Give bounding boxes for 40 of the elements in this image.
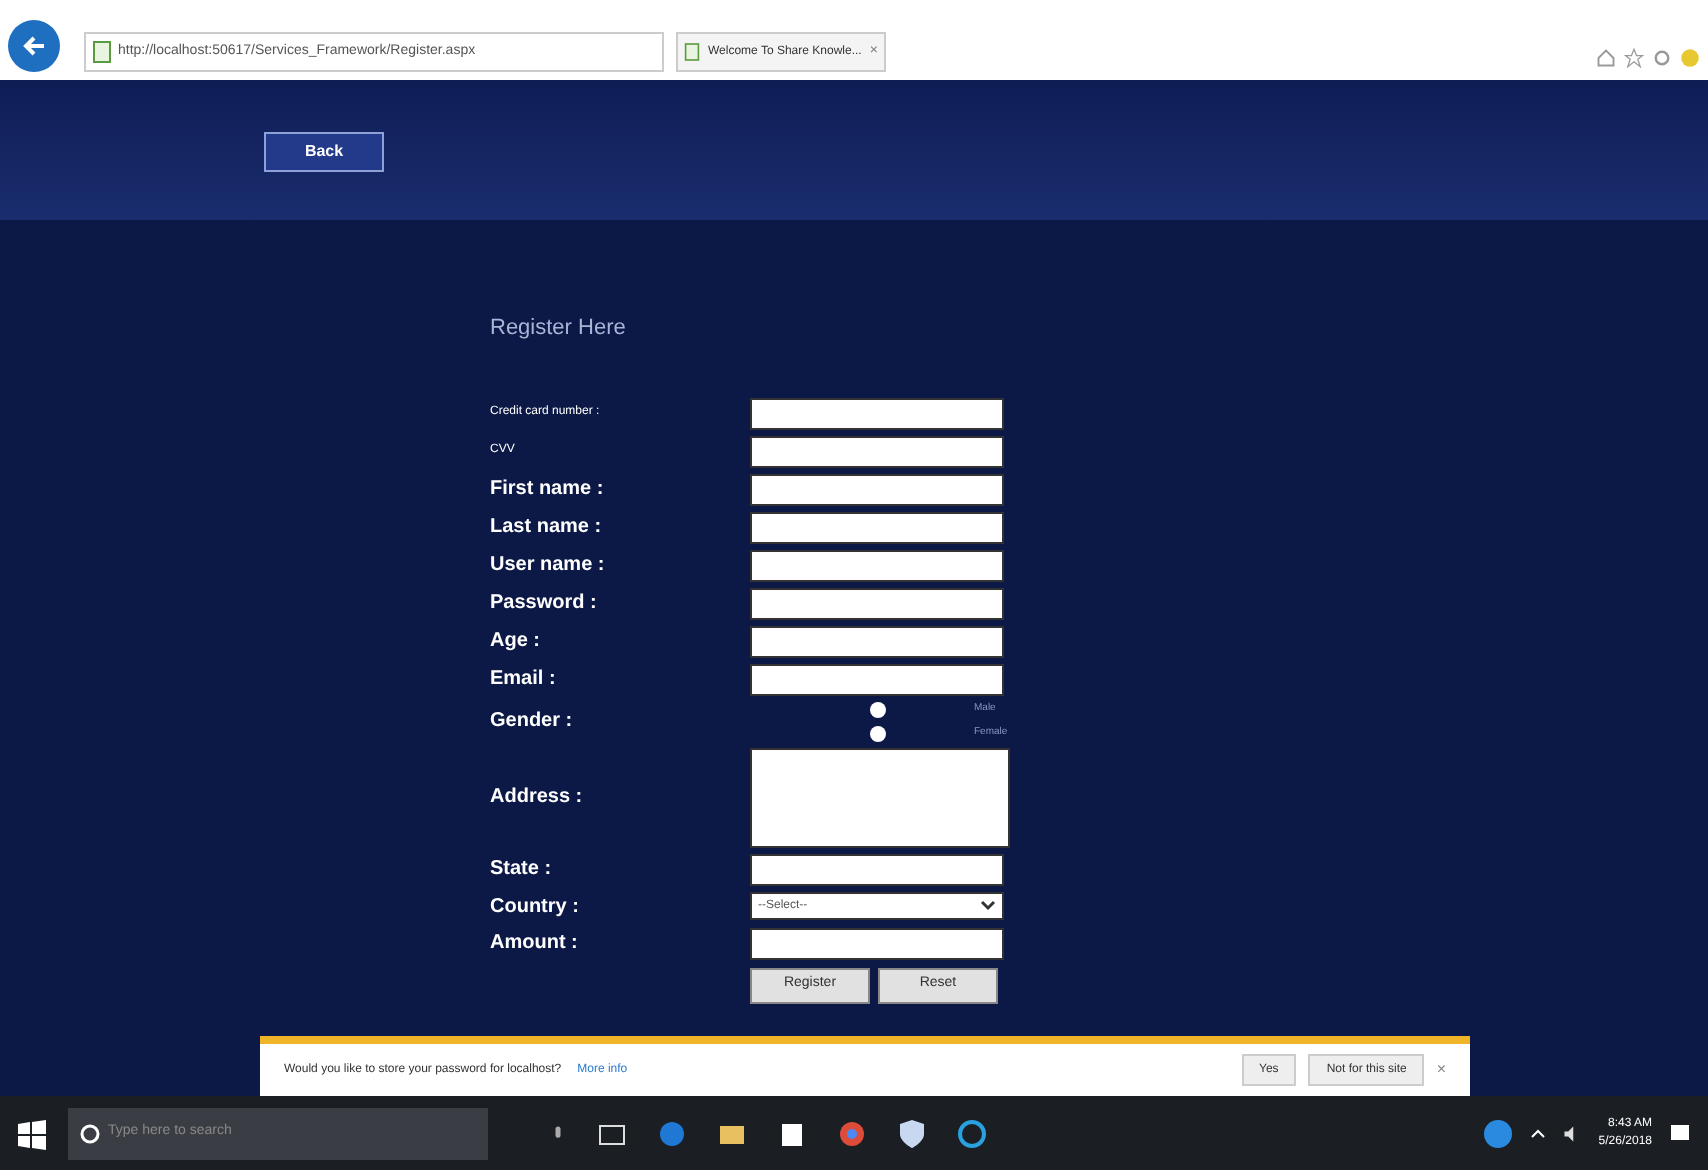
- back-arrow-icon: [20, 32, 48, 60]
- input-field[interactable]: [750, 663, 1004, 695]
- field-label: State :: [490, 856, 554, 884]
- back-nav-button[interactable]: [8, 20, 60, 72]
- input-field[interactable]: [750, 549, 1004, 581]
- back-button[interactable]: Back: [264, 132, 384, 172]
- field-label: Gender :: [490, 708, 575, 736]
- field-label: Last name :: [490, 514, 604, 542]
- field-label: Address :: [490, 784, 585, 812]
- caret-up-icon[interactable]: [1530, 1125, 1547, 1141]
- shield-icon[interactable]: [896, 1117, 928, 1149]
- input-field[interactable]: [750, 587, 1004, 619]
- field-label: Email :: [490, 666, 558, 694]
- field-label: Age :: [490, 628, 542, 656]
- field-label: User name :: [490, 552, 607, 580]
- field-label: Password :: [490, 590, 599, 618]
- chrome-icon[interactable]: [836, 1117, 868, 1149]
- address-field[interactable]: [750, 747, 1010, 847]
- windows-icon[interactable]: [16, 1117, 48, 1149]
- field-label: First name :: [490, 476, 606, 504]
- input-field[interactable]: [750, 397, 1004, 429]
- field-label: Amount :: [490, 930, 580, 958]
- input-field[interactable]: [750, 435, 1004, 467]
- radio-button[interactable]: [870, 701, 886, 717]
- input-field[interactable]: [750, 473, 1004, 505]
- search-icon: [80, 1123, 100, 1143]
- home-icon[interactable]: [1596, 48, 1616, 68]
- field-label: Country :: [490, 893, 581, 921]
- page-icon: [92, 40, 112, 64]
- input-field[interactable]: [750, 927, 1004, 959]
- form-title: Register Here: [490, 314, 628, 344]
- input-field[interactable]: [750, 853, 1004, 885]
- input-field[interactable]: [750, 625, 1004, 657]
- star-icon[interactable]: [1624, 48, 1644, 68]
- input-field[interactable]: [750, 511, 1004, 543]
- chevron-down-icon: [980, 900, 996, 912]
- radio-button[interactable]: [870, 725, 886, 741]
- notification-close[interactable]: ×: [1436, 1058, 1446, 1082]
- page-icon: [684, 42, 700, 62]
- internet-explorer-icon[interactable]: [956, 1117, 988, 1149]
